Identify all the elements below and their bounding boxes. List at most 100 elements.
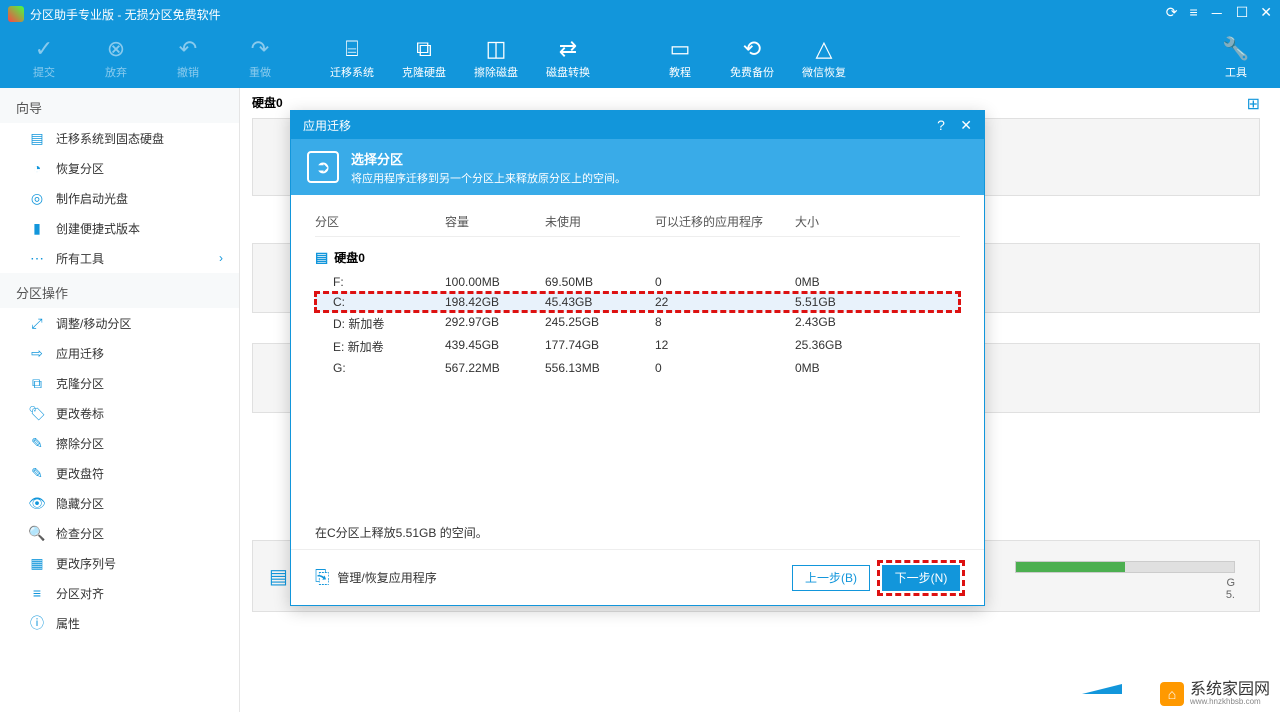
cancel-icon: ⊗ (107, 36, 125, 62)
cell-unused: 556.13MB (545, 361, 655, 375)
redo-icon: ↷ (251, 36, 269, 62)
status-text: 在C分区上释放5.51GB 的空间。 (291, 520, 984, 549)
brand-triangle-icon (1082, 684, 1122, 694)
sidebar-item-wipe-partition[interactable]: ✎擦除分区 (0, 428, 239, 458)
tutorial-button[interactable]: ▭教程 (644, 30, 716, 86)
partition-row[interactable]: E: 新加卷439.45GB177.74GB1225.36GB (315, 335, 960, 358)
partition-table: 分区 容量 未使用 可以迁移的应用程序 大小 ▤ 硬盘0 F:100.00MB6… (315, 213, 960, 378)
wipe-disk-button[interactable]: ◫擦除磁盘 (460, 30, 532, 86)
eraser-icon: ◫ (486, 36, 507, 62)
partition-ops-section-title: 分区操作 (0, 273, 239, 308)
clone-part-icon: ⧉ (28, 374, 46, 392)
sidebar-item-migrate-ssd[interactable]: ▤迁移系统到固态硬盘 (0, 123, 239, 153)
sidebar-item-check-partition[interactable]: 🔍检查分区 (0, 518, 239, 548)
cell-capacity: 439.45GB (445, 338, 545, 355)
discard-button[interactable]: ⊗放弃 (80, 30, 152, 86)
cell-capacity: 100.00MB (445, 275, 545, 289)
sidebar-item-portable-version[interactable]: ▮创建便捷式版本 (0, 213, 239, 243)
dialog-close-icon[interactable]: ✕ (960, 117, 972, 133)
clone-icon: ⧉ (416, 36, 432, 62)
partition-row[interactable]: F:100.00MB69.50MB00MB (315, 272, 960, 292)
letter-icon: ✎ (28, 464, 46, 482)
disk-group-icon: ▤ (315, 249, 328, 266)
sidebar-item-make-bootdisc[interactable]: ◎制作启动光盘 (0, 183, 239, 213)
hide-icon: 👁 (28, 494, 46, 512)
sidebar-item-change-letter[interactable]: ✎更改盘符 (0, 458, 239, 488)
app-migrate-dialog: 应用迁移 ? ✕ ➲ 选择分区 将应用程序迁移到另一个分区上来释放原分区上的空间… (290, 110, 985, 606)
sidebar-item-hide-partition[interactable]: 👁隐藏分区 (0, 488, 239, 518)
cell-partition: D: 新加卷 (315, 315, 445, 332)
tools-button[interactable]: 🔧工具 (1200, 30, 1272, 86)
cell-partition: G: (315, 361, 445, 375)
cell-unused: 45.43GB (545, 295, 655, 309)
migrate-os-button[interactable]: ⌸迁移系统 (316, 30, 388, 86)
cell-unused: 69.50MB (545, 275, 655, 289)
redo-button[interactable]: ↷重做 (224, 30, 296, 86)
sidebar-item-app-migrate[interactable]: ⇨应用迁移 (0, 338, 239, 368)
info-icon: ⓘ (28, 614, 46, 632)
window-titlebar: 分区助手专业版 - 无损分区免费软件 ⟳ ≡ － ☐ ✕ (0, 0, 1280, 28)
col-unused: 未使用 (545, 213, 655, 230)
cell-capacity: 567.22MB (445, 361, 545, 375)
back-button[interactable]: 上一步(B) (792, 565, 870, 591)
cell-partition: F: (315, 275, 445, 289)
help-icon[interactable]: ? (937, 117, 945, 133)
cell-unused: 177.74GB (545, 338, 655, 355)
manage-restore-link[interactable]: ⎘ 管理/恢复应用程序 (315, 567, 437, 588)
clone-disk-button[interactable]: ⧉克隆硬盘 (388, 30, 460, 86)
disk0-label: 硬盘0 (252, 94, 283, 111)
sidebar-item-change-serial[interactable]: ▦更改序列号 (0, 548, 239, 578)
next-button[interactable]: 下一步(N) (882, 565, 960, 591)
watermark-logo-icon: ⌂ (1160, 682, 1184, 706)
cell-capacity: 292.97GB (445, 315, 545, 332)
search-icon: 🔍 (28, 524, 46, 542)
cell-size: 0MB (795, 361, 895, 375)
col-partition: 分区 (315, 213, 445, 230)
usb-icon: ▮ (28, 219, 46, 237)
sidebar-item-all-tools[interactable]: ⋯所有工具› (0, 243, 239, 273)
dialog-header-title: 选择分区 (351, 149, 626, 168)
commit-button[interactable]: ✓提交 (8, 30, 80, 86)
sidebar-item-clone-partition[interactable]: ⧉克隆分区 (0, 368, 239, 398)
book-icon: ▭ (670, 36, 691, 62)
close-icon[interactable]: ✕ (1260, 4, 1272, 24)
view-toggle-icon[interactable]: ⊞ (1247, 94, 1260, 114)
wechat-recover-button[interactable]: △微信恢复 (788, 30, 860, 86)
cell-apps: 0 (655, 361, 795, 375)
refresh-icon[interactable]: ⟳ (1166, 4, 1178, 24)
watermark-name: 系统家园网 (1190, 682, 1270, 698)
sidebar-item-change-label[interactable]: 🏷更改卷标 (0, 398, 239, 428)
cell-size: 0MB (795, 275, 895, 289)
sidebar-item-resize-move[interactable]: ⤢调整/移动分区 (0, 308, 239, 338)
partition-row[interactable]: G:567.22MB556.13MB00MB (315, 358, 960, 378)
chevron-right-icon: › (219, 251, 223, 265)
sidebar-item-recover-partition[interactable]: ◔恢复分区 (0, 153, 239, 183)
window-title: 分区助手专业版 - 无损分区免费软件 (30, 6, 1166, 23)
manage-icon: ⎘ (315, 567, 329, 588)
cell-size: 2.43GB (795, 315, 895, 332)
more-icon: ⋯ (28, 249, 46, 267)
free-backup-button[interactable]: ⟲免费备份 (716, 30, 788, 86)
disk-group-row[interactable]: ▤ 硬盘0 (315, 249, 960, 266)
align-icon: ≡ (28, 584, 46, 602)
main-toolbar: ✓提交 ⊗放弃 ↶撤销 ↷重做 ⌸迁移系统 ⧉克隆硬盘 ◫擦除磁盘 ⇄磁盘转换 … (0, 28, 1280, 88)
tag-icon: 🏷 (28, 404, 46, 422)
usage-progress: G5. (1015, 561, 1235, 601)
app-logo-icon (8, 6, 24, 22)
minimize-icon[interactable]: － (1210, 4, 1224, 24)
sidebar: 向导 ▤迁移系统到固态硬盘 ◔恢复分区 ◎制作启动光盘 ▮创建便捷式版本 ⋯所有… (0, 88, 240, 712)
dialog-header-sub: 将应用程序迁移到另一个分区上来释放原分区上的空间。 (351, 170, 626, 186)
wipe-icon: ✎ (28, 434, 46, 452)
check-icon: ✓ (35, 36, 53, 62)
convert-disk-button[interactable]: ⇄磁盘转换 (532, 30, 604, 86)
watermark: ⌂ 系统家园网 www.hnzkhbsb.com (1160, 682, 1270, 706)
menu-icon[interactable]: ≡ (1190, 4, 1198, 24)
sidebar-item-properties[interactable]: ⓘ属性 (0, 608, 239, 638)
app-migrate-icon: ⇨ (28, 344, 46, 362)
partition-row[interactable]: D: 新加卷292.97GB245.25GB82.43GB (315, 312, 960, 335)
partition-row[interactable]: C:198.42GB45.43GB225.51GB (315, 292, 960, 312)
sidebar-item-align-partition[interactable]: ≡分区对齐 (0, 578, 239, 608)
resize-icon: ⤢ (28, 314, 46, 332)
undo-button[interactable]: ↶撤销 (152, 30, 224, 86)
maximize-icon[interactable]: ☐ (1236, 4, 1249, 24)
